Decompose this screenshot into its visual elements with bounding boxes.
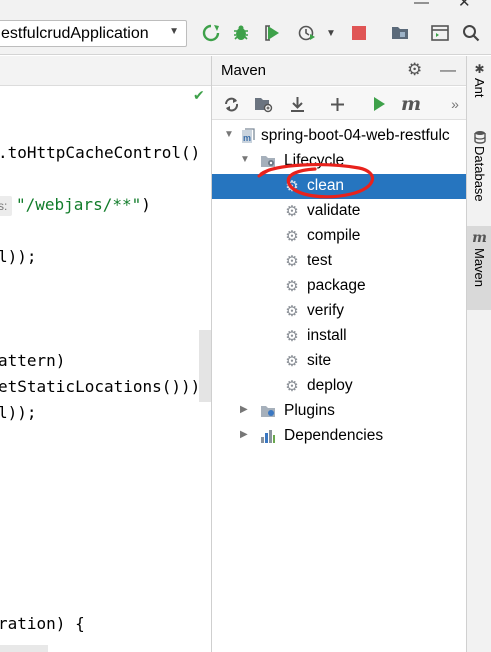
maven-header: Maven ⚙ — <box>212 56 467 86</box>
tool-tab-label: Maven <box>472 248 487 288</box>
search-icon[interactable] <box>460 22 482 44</box>
run-goal-icon[interactable] <box>368 93 390 115</box>
inspection-ok-icon: ✔ <box>193 87 205 103</box>
tool-tab-database[interactable]: Database <box>467 130 491 218</box>
chevron-down-icon[interactable]: ▼ <box>320 22 342 44</box>
code-line: "/webjars/**") <box>16 195 151 214</box>
gear-icon: ⚙ <box>285 353 299 370</box>
tree-row-goal-install[interactable]: ⚙ install <box>212 324 467 349</box>
editor-scrollbar[interactable] <box>0 645 48 652</box>
tree-row-goal-verify[interactable]: ⚙ verify <box>212 299 467 324</box>
maven-project-icon: m <box>240 128 256 144</box>
code-line: .toHttpCacheControl() <box>0 143 201 162</box>
tree-row-goal-deploy[interactable]: ⚙ deploy <box>212 374 467 399</box>
right-tool-strip: ✱ Ant Database m Maven <box>466 56 491 652</box>
maven-title: Maven <box>221 62 267 79</box>
tool-tab-label: Ant <box>472 78 487 98</box>
tree-label: deploy <box>307 377 353 394</box>
chevron-right-icon[interactable]: ▶ <box>240 429 248 440</box>
tool-tab-ant[interactable]: ✱ Ant <box>467 62 491 120</box>
dependencies-icon <box>260 428 276 444</box>
tree-label: Lifecycle <box>284 152 345 169</box>
reload-icon[interactable] <box>220 93 242 115</box>
chevron-down-icon[interactable]: ▼ <box>224 129 234 140</box>
execute-maven-goal-icon[interactable]: m <box>400 93 422 115</box>
run-configuration-select[interactable]: estfulcrudApplication ▼ <box>0 20 187 47</box>
tree-label: install <box>307 327 347 344</box>
gear-icon: ⚙ <box>285 203 299 220</box>
tool-tab-label: Database <box>472 146 487 202</box>
chevron-down-icon: ▼ <box>169 26 179 37</box>
maven-tree: ▼ m spring-boot-04-web-restfulc ▼ Lifecy… <box>212 121 467 652</box>
tree-row-goal-compile[interactable]: ⚙ compile <box>212 224 467 249</box>
build-icon[interactable] <box>200 22 222 44</box>
window-controls: — ✕ <box>400 0 491 14</box>
tree-row-lifecycle[interactable]: ▼ Lifecycle <box>212 149 467 174</box>
more-actions-icon[interactable]: » <box>444 93 466 115</box>
maven-toolbar: m » <box>212 87 467 120</box>
coverage-icon[interactable] <box>262 22 284 44</box>
project-structure-icon[interactable] <box>389 22 411 44</box>
gear-icon: ⚙ <box>285 178 299 195</box>
tree-row-dependencies[interactable]: ▶ Dependencies <box>212 424 467 449</box>
gear-icon[interactable]: ⚙ <box>407 60 422 80</box>
editor-tab-bar <box>0 56 211 86</box>
tree-label: clean <box>307 177 345 194</box>
download-icon[interactable] <box>286 93 308 115</box>
code-line: etStaticLocations())) <box>0 377 201 396</box>
tree-label: test <box>307 252 332 269</box>
ant-icon: ✱ <box>474 62 485 76</box>
chevron-right-icon[interactable]: ▶ <box>240 404 248 415</box>
gear-icon: ⚙ <box>285 303 299 320</box>
hide-panel-icon[interactable]: — <box>440 62 456 80</box>
tree-label: compile <box>307 227 361 244</box>
code-line: attern) <box>0 351 66 370</box>
svg-text:m: m <box>243 133 251 143</box>
tree-label: Dependencies <box>284 427 384 444</box>
tree-label: site <box>307 352 332 369</box>
folder-gear-icon <box>260 153 276 169</box>
maven-tool-window: Maven ⚙ — m » ▼ m spring-boot-04-web-res… <box>211 56 467 652</box>
code-token: ) <box>141 195 151 214</box>
editor-scroll-marker <box>199 330 211 402</box>
tree-row-goal-clean[interactable]: ⚙ clean <box>212 174 467 199</box>
tree-row-goal-test[interactable]: ⚙ test <box>212 249 467 274</box>
tree-row-goal-package[interactable]: ⚙ package <box>212 274 467 299</box>
close-button[interactable]: ✕ <box>458 0 471 10</box>
string-literal: "/webjars/**" <box>16 195 142 214</box>
add-project-icon[interactable] <box>326 93 348 115</box>
tree-label: package <box>307 277 366 294</box>
folder-plugin-icon <box>260 403 276 419</box>
code-line: l)); <box>0 247 37 266</box>
tree-label: verify <box>307 302 345 319</box>
gear-icon: ⚙ <box>285 278 299 295</box>
code-editor[interactable]: ✔ .toHttpCacheControl() s: "/webjars/**"… <box>0 56 211 652</box>
minimize-button[interactable]: — <box>414 0 429 10</box>
maven-icon: m <box>472 230 487 246</box>
terminal-icon[interactable] <box>429 22 451 44</box>
tree-row-goal-site[interactable]: ⚙ site <box>212 349 467 374</box>
tree-row-goal-validate[interactable]: ⚙ validate <box>212 199 467 224</box>
run-configuration-label: estfulcrudApplication <box>1 25 149 42</box>
tree-row-project[interactable]: ▼ m spring-boot-04-web-restfulc <box>212 124 467 149</box>
stop-icon[interactable] <box>348 22 370 44</box>
gear-icon: ⚙ <box>285 328 299 345</box>
tree-label: Plugins <box>284 402 335 419</box>
gear-icon: ⚙ <box>285 253 299 270</box>
generate-sources-icon[interactable] <box>252 93 274 115</box>
code-line: ration) { <box>0 614 85 633</box>
chevron-down-icon[interactable]: ▼ <box>240 154 250 165</box>
database-icon <box>473 131 486 144</box>
tree-label: validate <box>307 202 361 219</box>
gear-icon: ⚙ <box>285 378 299 395</box>
main-toolbar: — ✕ estfulcrudApplication ▼ ▼ <box>0 0 491 55</box>
profile-icon[interactable] <box>296 22 318 44</box>
tree-label: spring-boot-04-web-restfulc <box>261 127 450 144</box>
debug-icon[interactable] <box>230 22 252 44</box>
tool-tab-maven[interactable]: m Maven <box>467 226 491 310</box>
tree-row-plugins[interactable]: ▶ Plugins <box>212 399 467 424</box>
code-line: l)); <box>0 403 37 422</box>
parameter-hint: s: <box>0 196 12 216</box>
gear-icon: ⚙ <box>285 228 299 245</box>
